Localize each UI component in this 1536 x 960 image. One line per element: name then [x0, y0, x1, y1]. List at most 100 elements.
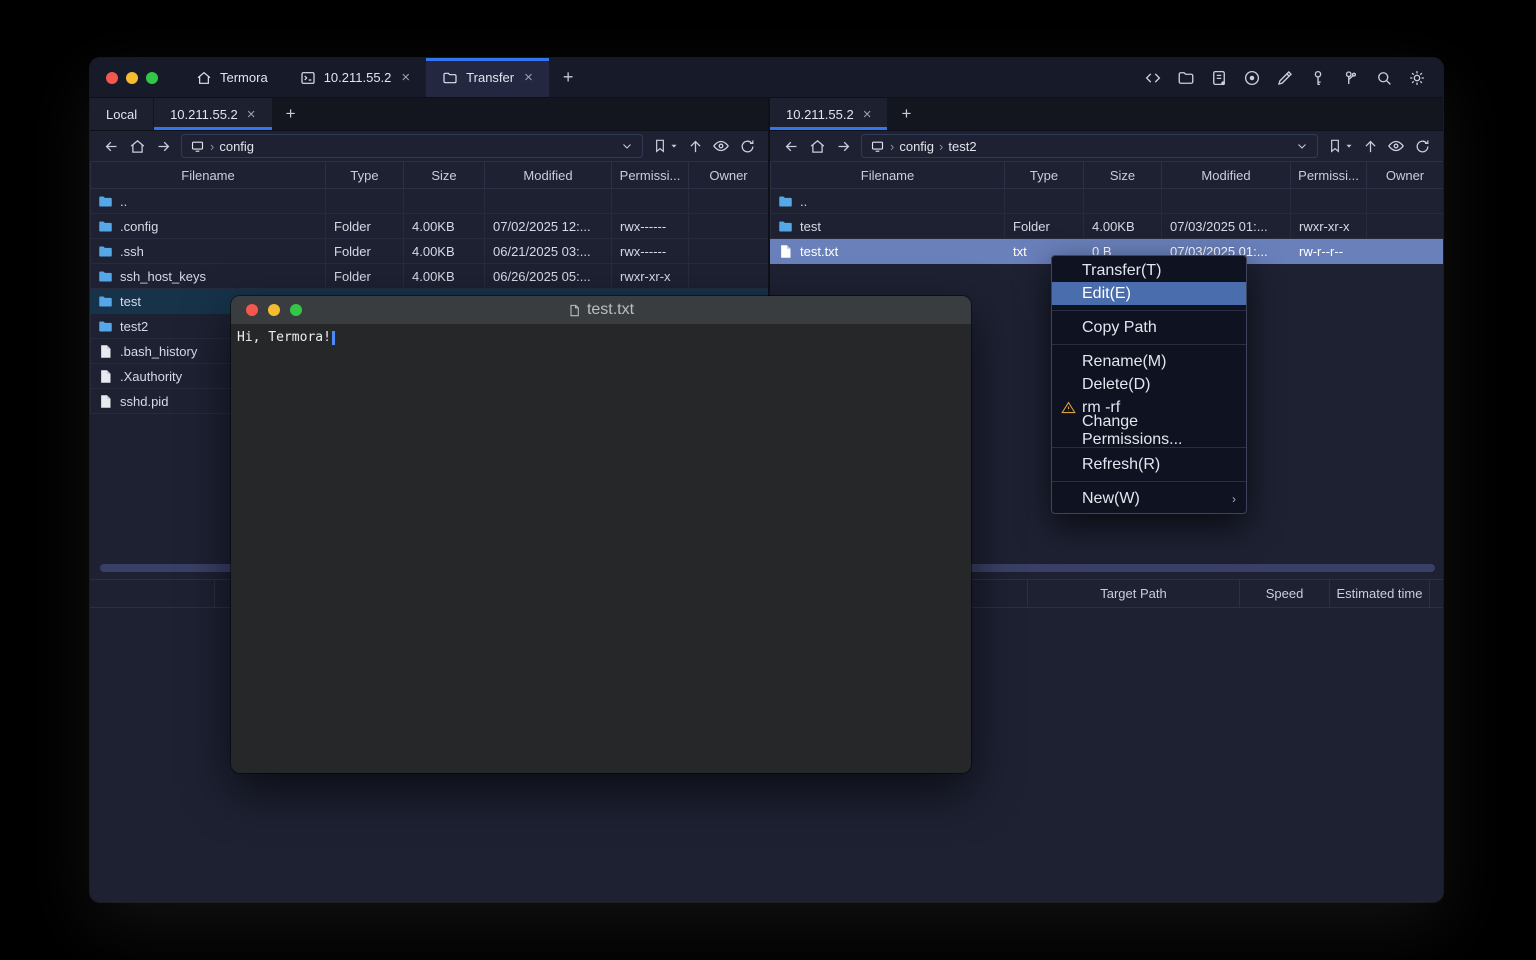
menu-item-delete[interactable]: Delete(D)	[1052, 373, 1246, 396]
key-icon[interactable]	[1309, 69, 1327, 87]
column-header-modified[interactable]: Modified	[485, 162, 612, 189]
forward-button[interactable]	[151, 134, 175, 158]
column-header-size[interactable]: Size	[1084, 162, 1162, 189]
tab-host-10-211-55-2[interactable]: 10.211.55.2 ×	[284, 58, 426, 97]
menu-item-change-permissions[interactable]: Change Permissions...	[1052, 419, 1246, 442]
menu-item-new[interactable]: New(W) ›	[1052, 487, 1246, 510]
menu-separator	[1052, 344, 1246, 345]
menu-item-edit[interactable]: Edit(E)	[1052, 282, 1246, 305]
right-file-table: Filename Type Size Modified Permissi... …	[770, 161, 1443, 264]
transfer-column-spacer	[1430, 580, 1443, 607]
new-panel-tab-button[interactable]: +	[888, 98, 924, 130]
table-row[interactable]: test Folder4.00KB07/03/2025 01:...rwxr-x…	[771, 214, 1444, 239]
edit-icon[interactable]	[1276, 69, 1294, 87]
tab-termora[interactable]: Termora	[180, 58, 284, 97]
table-row[interactable]: ..	[771, 189, 1444, 214]
column-header-permissions[interactable]: Permissi...	[612, 162, 689, 189]
column-header-size[interactable]: Size	[404, 162, 485, 189]
close-window-button[interactable]	[106, 72, 118, 84]
column-header-owner[interactable]: Owner	[689, 162, 769, 189]
menu-item-refresh[interactable]: Refresh(R)	[1052, 453, 1246, 476]
column-header-filename[interactable]: Filename	[91, 162, 326, 189]
maximize-window-button[interactable]	[290, 304, 302, 316]
column-header-modified[interactable]: Modified	[1162, 162, 1291, 189]
column-header-speed[interactable]: Speed	[1240, 580, 1330, 607]
column-header-permissions[interactable]: Permissi...	[1291, 162, 1367, 189]
editor-window-controls	[246, 304, 302, 316]
tab-close-icon[interactable]: ×	[247, 107, 256, 122]
minimize-window-button[interactable]	[268, 304, 280, 316]
search-icon[interactable]	[1375, 69, 1393, 87]
path-segment[interactable]: config	[219, 139, 254, 154]
show-hidden-button[interactable]	[709, 134, 733, 158]
code-icon[interactable]	[1144, 69, 1162, 87]
column-header-owner[interactable]: Owner	[1367, 162, 1444, 189]
tab-remote-10-211-55-2[interactable]: 10.211.55.2 ×	[154, 98, 271, 130]
chevron-down-icon[interactable]	[1295, 139, 1309, 153]
folder-icon	[778, 219, 793, 234]
upload-button[interactable]	[1358, 134, 1382, 158]
column-header-type[interactable]: Type	[1005, 162, 1084, 189]
table-row[interactable]: .ssh Folder4.00KB06/21/2025 03:...rwx---…	[91, 239, 769, 264]
folder-icon	[98, 244, 113, 259]
record-icon[interactable]	[1243, 69, 1261, 87]
table-header-row: Filename Type Size Modified Permissi... …	[771, 162, 1444, 189]
table-row[interactable]: ..	[91, 189, 769, 214]
path-segment[interactable]: config	[899, 139, 934, 154]
table-header-row: Filename Type Size Modified Permissi... …	[91, 162, 769, 189]
table-row[interactable]: ssh_host_keys Folder4.00KB06/26/2025 05:…	[91, 264, 769, 289]
table-row[interactable]: .config Folder4.00KB07/02/2025 12:...rwx…	[91, 214, 769, 239]
path-bar[interactable]: › config › test2	[861, 134, 1318, 158]
bookmark-icon	[1327, 138, 1343, 154]
file-icon	[98, 369, 113, 384]
chevron-down-icon[interactable]	[620, 139, 634, 153]
tab-local[interactable]: Local	[90, 98, 153, 130]
tab-close-icon[interactable]: ×	[524, 70, 533, 85]
column-header-estimated-time[interactable]: Estimated time	[1330, 580, 1430, 607]
file-icon	[778, 244, 793, 259]
menu-item-transfer[interactable]: Transfer(T)	[1052, 259, 1246, 282]
tab-label: 10.211.55.2	[324, 70, 392, 85]
tab-close-icon[interactable]: ×	[401, 70, 410, 85]
upload-button[interactable]	[683, 134, 707, 158]
back-button[interactable]	[99, 134, 123, 158]
submenu-arrow-icon: ›	[1232, 492, 1236, 506]
tab-close-icon[interactable]: ×	[863, 107, 872, 122]
path-bar[interactable]: › config	[181, 134, 643, 158]
bookmark-button[interactable]	[1327, 138, 1354, 154]
tab-transfer[interactable]: Transfer ×	[426, 58, 549, 97]
file-icon	[98, 344, 113, 359]
column-header-filename[interactable]: Filename	[771, 162, 1005, 189]
editor-content[interactable]: Hi, Termora!	[231, 324, 971, 773]
folder-icon	[98, 294, 113, 309]
transfer-column-spacer	[90, 580, 215, 607]
path-segment[interactable]: test2	[948, 139, 976, 154]
menu-item-rename[interactable]: Rename(M)	[1052, 350, 1246, 373]
forward-button[interactable]	[831, 134, 855, 158]
home-button[interactable]	[805, 134, 829, 158]
refresh-button[interactable]	[735, 134, 759, 158]
minimize-window-button[interactable]	[126, 72, 138, 84]
close-window-button[interactable]	[246, 304, 258, 316]
show-hidden-button[interactable]	[1384, 134, 1408, 158]
tab-remote-10-211-55-2[interactable]: 10.211.55.2 ×	[770, 98, 887, 130]
log-icon[interactable]	[1210, 69, 1228, 87]
refresh-button[interactable]	[1410, 134, 1434, 158]
home-button[interactable]	[125, 134, 149, 158]
menu-item-copy-path[interactable]: Copy Path	[1052, 316, 1246, 339]
titlebar: Termora 10.211.55.2 × Transfer × +	[90, 58, 1443, 98]
column-header-target-path[interactable]: Target Path	[1028, 580, 1240, 607]
new-tab-button[interactable]: +	[549, 58, 588, 97]
right-nav-bar: › config › test2	[770, 131, 1443, 161]
new-panel-tab-button[interactable]: +	[273, 98, 309, 130]
back-button[interactable]	[779, 134, 803, 158]
titlebar-actions	[1144, 58, 1443, 97]
folder-icon[interactable]	[1177, 69, 1195, 87]
bookmark-button[interactable]	[652, 138, 679, 154]
column-header-type[interactable]: Type	[326, 162, 404, 189]
settings-icon[interactable]	[1408, 69, 1426, 87]
keychain-icon[interactable]	[1342, 69, 1360, 87]
editor-titlebar[interactable]: test.txt	[231, 296, 971, 324]
tab-label: 10.211.55.2	[170, 107, 238, 122]
maximize-window-button[interactable]	[146, 72, 158, 84]
